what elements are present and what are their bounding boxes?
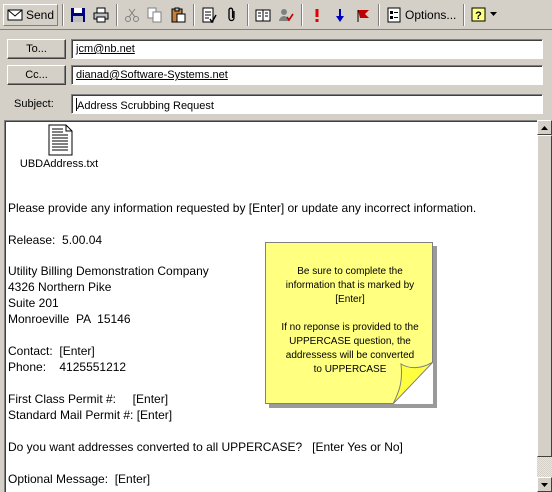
scroll-up-button[interactable] (537, 120, 552, 135)
vertical-scrollbar[interactable] (537, 120, 552, 492)
high-importance-icon (315, 8, 319, 22)
cut-icon (125, 8, 140, 22)
check-names-button[interactable] (198, 4, 220, 26)
send-button[interactable]: Send (3, 3, 59, 26)
save-icon (71, 7, 86, 22)
arrow-down-icon (541, 482, 548, 487)
sticky-note-text: Be sure to complete the information that… (281, 266, 419, 375)
first-class-line: First Class Permit #: [Enter] (8, 392, 169, 406)
paste-icon (171, 7, 186, 22)
scroll-thumb[interactable] (537, 135, 552, 457)
print-button[interactable] (90, 4, 112, 26)
copy-button[interactable] (144, 4, 166, 26)
save-button[interactable] (67, 4, 89, 26)
help-button[interactable]: ? (468, 4, 500, 26)
address-book-button[interactable] (252, 4, 274, 26)
flag-button[interactable] (352, 4, 374, 26)
standard-mail-line: Standard Mail Permit #: [Enter] (8, 408, 173, 422)
optional-message-line: Optional Message: [Enter] (8, 472, 151, 486)
toolbar-separator (301, 3, 304, 26)
toolbar-separator (116, 3, 119, 26)
subject-value: Address Scrubbing Request (77, 100, 214, 112)
release-line: Release: 5.00.04 (8, 233, 103, 247)
attachment-icon (228, 7, 235, 21)
cut-button[interactable] (121, 4, 143, 26)
to-field[interactable]: jcm@nb.net (71, 39, 543, 59)
note-fold-corner (393, 362, 433, 404)
text-file-icon (48, 124, 73, 156)
help-icon: ? (471, 7, 486, 22)
toolbar-separator (378, 3, 381, 26)
options-button[interactable]: Options... (383, 4, 459, 26)
intro-line: Please provide any information requested… (8, 201, 477, 215)
toolbar-separator (62, 3, 65, 26)
cc-field[interactable]: dianad@Software-Systems.net (71, 65, 543, 85)
sticky-note: Be sure to complete the information that… (265, 242, 433, 404)
check-names-tick-button[interactable] (275, 4, 297, 26)
check-names-icon (202, 7, 217, 23)
toolbar-separator (247, 3, 250, 26)
toolbar-separator (193, 3, 196, 26)
to-button[interactable]: To... (7, 39, 66, 59)
uppercase-question-line: Do you want addresses converted to all U… (8, 440, 403, 454)
city-line: Monroeville PA 15146 (8, 312, 131, 326)
attachment-name: UBDAddress.txt (19, 158, 99, 170)
svg-text:?: ? (476, 10, 483, 22)
attachment[interactable]: UBDAddress.txt (15, 124, 105, 170)
low-importance-icon (336, 8, 345, 22)
arrow-up-icon (541, 125, 548, 130)
toolbar: Send Options... ? (0, 0, 552, 30)
subject-field[interactable]: Address Scrubbing Request (71, 94, 543, 114)
send-icon (7, 9, 23, 20)
to-address[interactable]: jcm@nb.net (76, 43, 135, 55)
copy-icon (147, 7, 162, 22)
check-names-tick-icon (279, 8, 294, 21)
address2-line: Suite 201 (8, 296, 59, 310)
address-book-icon (255, 9, 271, 21)
attach-button[interactable] (221, 4, 243, 26)
send-label: Send (26, 7, 55, 22)
high-importance-button[interactable] (306, 4, 328, 26)
print-icon (93, 7, 109, 22)
flag-icon (357, 9, 370, 22)
message-body[interactable]: UBDAddress.txt Please provide any inform… (4, 120, 537, 492)
low-importance-button[interactable] (329, 4, 351, 26)
address1-line: 4326 Northern Pike (8, 280, 112, 294)
contact-line: Contact: [Enter] (8, 344, 95, 358)
options-label: Options... (405, 7, 457, 22)
to-row: To... jcm@nb.net (0, 37, 552, 61)
paste-button[interactable] (167, 4, 189, 26)
subject-label: Subject: (14, 98, 54, 110)
cc-row: Cc... dianad@Software-Systems.net (0, 63, 552, 87)
cc-button[interactable]: Cc... (7, 65, 66, 85)
phone-line: Phone: 4125551212 (8, 360, 127, 374)
subject-row: Subject: Address Scrubbing Request (0, 92, 552, 116)
chevron-down-icon (490, 12, 498, 16)
company-line: Utility Billing Demonstration Company (8, 264, 209, 278)
scroll-down-button[interactable] (537, 477, 552, 492)
cc-address[interactable]: dianad@Software-Systems.net (76, 69, 228, 81)
options-icon (387, 7, 401, 22)
toolbar-separator (463, 3, 466, 26)
